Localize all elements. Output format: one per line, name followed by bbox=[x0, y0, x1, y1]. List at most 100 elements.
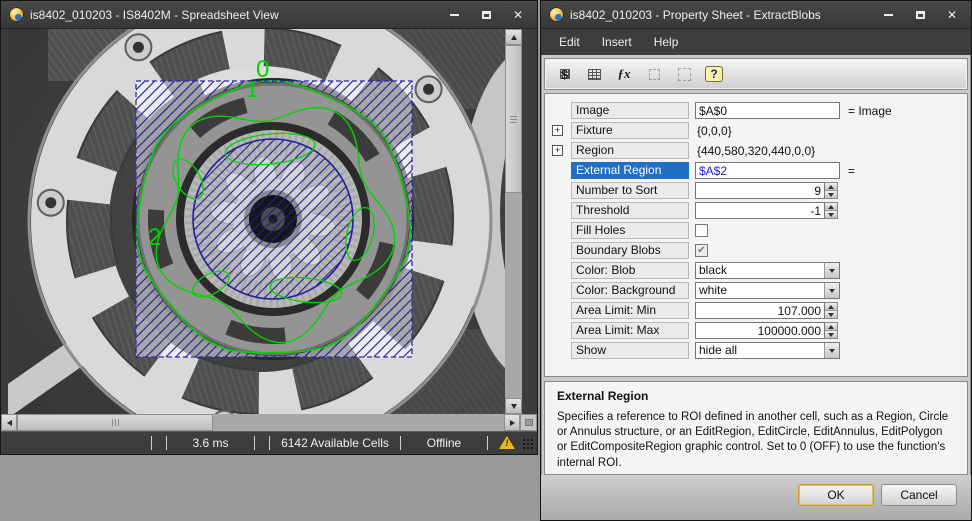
image-view-row: 012 bbox=[1, 29, 537, 414]
prop-label-threshold[interactable]: Threshold bbox=[571, 202, 689, 219]
prop-row-area-limit-min: Area Limit: Min bbox=[549, 302, 963, 319]
svg-text:2: 2 bbox=[148, 224, 161, 251]
color-blob-dropdown-button[interactable] bbox=[824, 263, 839, 278]
help-icon[interactable]: ? bbox=[701, 62, 727, 86]
insert-grid-icon[interactable] bbox=[581, 62, 607, 86]
prop-row-boundary-blobs: Boundary Blobs ✔ bbox=[549, 242, 963, 259]
area-limit-max-spin-down[interactable] bbox=[825, 330, 837, 338]
prop-row-area-limit-max: Area Limit: Max bbox=[549, 322, 963, 339]
close-button[interactable]: ✕ bbox=[939, 4, 965, 26]
show-dropdown-button[interactable] bbox=[824, 343, 839, 358]
external-region-input[interactable] bbox=[695, 162, 840, 179]
function-icon[interactable]: ƒx bbox=[611, 62, 637, 86]
vertical-scrollbar[interactable] bbox=[505, 29, 522, 414]
close-button[interactable]: ✕ bbox=[505, 4, 531, 26]
area-limit-max-spinner bbox=[825, 322, 838, 339]
resize-grip[interactable] bbox=[521, 437, 533, 449]
prop-row-color-background: Color: Background white bbox=[549, 282, 963, 299]
color-blob-dropdown[interactable]: black bbox=[695, 262, 840, 279]
prop-label-color-background[interactable]: Color: Background bbox=[571, 282, 689, 299]
left-titlebar[interactable]: is8402_010203 - IS8402M - Spreadsheet Vi… bbox=[1, 1, 537, 29]
row-gutter: + bbox=[549, 145, 571, 156]
prop-label-area-limit-max[interactable]: Area Limit: Max bbox=[571, 322, 689, 339]
fixture-value: {0,0,0} bbox=[695, 124, 732, 138]
prop-value-boundary-blobs: ✔ bbox=[695, 244, 708, 257]
vertical-scroll-thumb[interactable] bbox=[505, 45, 522, 193]
image-canvas[interactable]: 012 bbox=[8, 29, 505, 414]
description-panel: External Region Specifies a reference to… bbox=[544, 381, 968, 475]
scroll-up-button[interactable] bbox=[505, 29, 522, 45]
number-to-sort-spin-up[interactable] bbox=[825, 183, 837, 190]
scroll-left-button[interactable] bbox=[1, 414, 17, 431]
spreadsheet-view-window: is8402_010203 - IS8402M - Spreadsheet Vi… bbox=[0, 0, 538, 455]
expand-toggle-region[interactable]: + bbox=[552, 145, 563, 156]
prop-label-area-limit-min[interactable]: Area Limit: Min bbox=[571, 302, 689, 319]
expand-toggle-fixture[interactable]: + bbox=[552, 125, 563, 136]
desktop: is8402_010203 - IS8402M - Spreadsheet Vi… bbox=[0, 0, 972, 521]
threshold-input[interactable] bbox=[695, 202, 825, 219]
select-region-icon bbox=[641, 62, 667, 86]
menu-insert[interactable]: Insert bbox=[592, 32, 642, 52]
show-selected-value: hide all bbox=[696, 343, 824, 358]
scroll-down-button[interactable] bbox=[505, 398, 522, 414]
maximize-button[interactable] bbox=[907, 4, 933, 26]
area-limit-max-spin-up[interactable] bbox=[825, 323, 837, 330]
horizontal-scrollbar[interactable] bbox=[1, 414, 537, 431]
property-sheet-window: is8402_010203 - Property Sheet - Extract… bbox=[540, 0, 972, 521]
prop-label-external-region[interactable]: External Region bbox=[571, 162, 689, 179]
prop-row-threshold: Threshold bbox=[549, 202, 963, 219]
prop-label-region[interactable]: Region bbox=[571, 142, 689, 159]
minimize-button[interactable] bbox=[441, 4, 467, 26]
menu-bar: Edit Insert Help bbox=[541, 29, 971, 55]
region-value: {440,580,320,440,0,0} bbox=[695, 144, 815, 158]
number-to-sort-input[interactable] bbox=[695, 182, 825, 199]
color-background-selected-value: white bbox=[696, 283, 824, 298]
prop-row-number-to-sort: Number to Sort bbox=[549, 182, 963, 199]
fill-holes-checkbox[interactable] bbox=[695, 224, 708, 237]
external-region-formula-suffix: = bbox=[848, 164, 855, 178]
minimize-button[interactable] bbox=[875, 4, 901, 26]
prop-label-number-to-sort[interactable]: Number to Sort bbox=[571, 182, 689, 199]
image-input[interactable] bbox=[695, 102, 840, 119]
menu-edit[interactable]: Edit bbox=[549, 32, 590, 52]
prop-value-show: hide all bbox=[695, 342, 840, 359]
absolute-reference-icon[interactable]: $ bbox=[551, 62, 577, 86]
right-titlebar[interactable]: is8402_010203 - Property Sheet - Extract… bbox=[541, 1, 971, 29]
prop-label-fill-holes[interactable]: Fill Holes bbox=[571, 222, 689, 239]
horizontal-scroll-track[interactable] bbox=[17, 414, 504, 431]
area-limit-max-input[interactable] bbox=[695, 322, 825, 339]
cancel-button[interactable]: Cancel bbox=[881, 484, 957, 506]
prop-value-number-to-sort bbox=[695, 182, 838, 199]
maximize-button[interactable] bbox=[473, 4, 499, 26]
number-to-sort-spin-down[interactable] bbox=[825, 190, 837, 198]
prop-label-show[interactable]: Show bbox=[571, 342, 689, 359]
area-limit-min-spin-up[interactable] bbox=[825, 303, 837, 310]
svg-text:1: 1 bbox=[246, 77, 258, 102]
area-limit-min-spin-down[interactable] bbox=[825, 310, 837, 318]
scroll-right-button[interactable] bbox=[504, 414, 520, 431]
vertical-scroll-track[interactable] bbox=[505, 45, 522, 398]
prop-label-image[interactable]: Image bbox=[571, 102, 689, 119]
threshold-spin-up[interactable] bbox=[825, 203, 837, 210]
prop-label-fixture[interactable]: Fixture bbox=[571, 122, 689, 139]
threshold-spinner bbox=[825, 202, 838, 219]
area-limit-min-spinner bbox=[825, 302, 838, 319]
prop-row-show: Show hide all bbox=[549, 342, 963, 359]
prop-label-color-blob[interactable]: Color: Blob bbox=[571, 262, 689, 279]
color-blob-selected-value: black bbox=[696, 263, 824, 278]
horizontal-scroll-thumb[interactable] bbox=[17, 414, 213, 431]
color-background-dropdown-button[interactable] bbox=[824, 283, 839, 298]
ok-button[interactable]: OK bbox=[798, 484, 874, 506]
show-dropdown[interactable]: hide all bbox=[695, 342, 840, 359]
area-limit-min-input[interactable] bbox=[695, 302, 825, 319]
prop-row-fixture: + Fixture {0,0,0} bbox=[549, 122, 963, 139]
boundary-blobs-checkbox[interactable]: ✔ bbox=[695, 244, 708, 257]
prop-row-fill-holes: Fill Holes bbox=[549, 222, 963, 239]
threshold-spin-down[interactable] bbox=[825, 210, 837, 218]
toolbar: $ ƒx? bbox=[544, 58, 968, 90]
color-background-dropdown[interactable]: white bbox=[695, 282, 840, 299]
prop-label-boundary-blobs[interactable]: Boundary Blobs bbox=[571, 242, 689, 259]
status-timing: 3.6 ms bbox=[168, 432, 253, 454]
prop-value-external-region: = bbox=[695, 162, 855, 179]
menu-help[interactable]: Help bbox=[644, 32, 689, 52]
